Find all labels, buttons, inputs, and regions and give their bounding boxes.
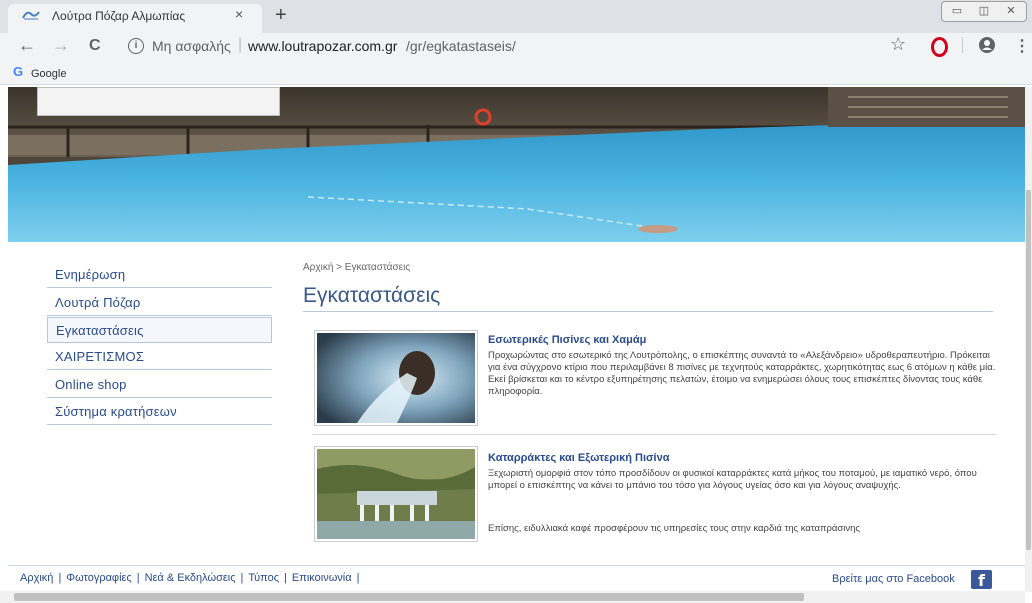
- sidebar-item-pozar-baths[interactable]: Λουτρά Πόζαρ: [47, 290, 272, 316]
- sidebar-item-facilities[interactable]: Εγκαταστάσεις: [47, 317, 272, 343]
- indoor-pools-image: [317, 333, 475, 423]
- title-divider: [303, 311, 993, 312]
- header-search-box[interactable]: [37, 87, 280, 116]
- waterfalls-thumbnail[interactable]: [314, 446, 478, 542]
- sidebar-item-online-shop[interactable]: Online shop: [47, 372, 272, 398]
- footer-link-press[interactable]: Τύπος: [248, 572, 279, 584]
- tab-favicon-icon: [22, 11, 40, 20]
- opera-icon[interactable]: [931, 37, 948, 57]
- vertical-scrollbar-thumb[interactable]: [1026, 190, 1031, 550]
- waterfalls-text: Ξεχωριστή ομορφιά στον τόπο προσδίδουν ο…: [488, 468, 977, 491]
- waterfalls-image: [317, 449, 475, 539]
- minimize-icon[interactable]: ▭: [944, 3, 970, 20]
- breadcrumb[interactable]: Αρχική > Εγκαταστάσεις: [303, 262, 410, 273]
- indoor-pools-thumbnail[interactable]: [314, 330, 478, 426]
- footer-separator: |: [240, 572, 244, 584]
- bookmark-star-icon[interactable]: ☆: [890, 34, 906, 55]
- sidebar-item-booking-system[interactable]: Σύστημα κρατήσεων: [47, 399, 272, 425]
- url-host[interactable]: www.loutrapozar.com.gr: [248, 38, 397, 54]
- footer-nav: Αρχική | Φωτογραφίες | Νεά & Εκδηλώσεις | Τύπο…: [20, 572, 364, 584]
- window-controls: ▭ ◫ ✕: [941, 1, 1027, 22]
- footer-link-home[interactable]: Αρχική: [20, 572, 53, 584]
- footer-link-photos[interactable]: Φωτογραφίες: [66, 572, 131, 584]
- indoor-pools-title[interactable]: Εσωτερικές Πισίνες και Χαμάμ: [488, 334, 646, 346]
- site-info-icon[interactable]: i: [128, 38, 144, 54]
- sidebar-item-greeting[interactable]: ΧΑΙΡΕΤΙΣΜΟΣ: [47, 344, 272, 370]
- toolbar-divider: [962, 37, 963, 53]
- item-divider: [312, 434, 997, 435]
- reload-button[interactable]: C: [89, 37, 101, 55]
- footer-separator: |: [284, 572, 287, 584]
- profile-icon[interactable]: [979, 37, 995, 53]
- tab-close-icon[interactable]: ×: [235, 6, 243, 22]
- menu-icon[interactable]: ⋮: [1014, 36, 1030, 56]
- footer-link-contact[interactable]: Επικοινωνία: [292, 572, 352, 584]
- page-title: Εγκαταστάσεις: [303, 284, 441, 307]
- security-label[interactable]: Μη ασφαλής: [152, 38, 231, 54]
- maximize-icon[interactable]: ◫: [971, 3, 997, 20]
- footer-link-news-events[interactable]: Νεά & Εκδηλώσεις: [145, 572, 236, 584]
- back-button[interactable]: ←: [18, 35, 36, 56]
- close-window-icon[interactable]: ✕: [998, 3, 1024, 20]
- bookmark-google[interactable]: Google: [31, 68, 66, 80]
- sidebar-item-news[interactable]: Ενημέρωση: [47, 262, 272, 288]
- facebook-icon[interactable]: f: [971, 570, 992, 590]
- footer-separator: |: [58, 572, 62, 584]
- footer-divider: [8, 565, 1025, 566]
- footer-separator: |: [356, 572, 360, 584]
- footer-separator: |: [136, 572, 140, 584]
- new-tab-button[interactable]: +: [275, 4, 287, 27]
- url-separator: |: [238, 36, 243, 53]
- forward-button[interactable]: →: [52, 35, 70, 56]
- url-path[interactable]: /gr/egkatastaseis/: [406, 38, 516, 54]
- waterfalls-text-continued: Επίσης, ειδυλλιακά καφέ προσφέρουν τις υ…: [488, 523, 861, 534]
- waterfalls-title[interactable]: Καταρράκτες και Εξωτερική Πισίνα: [488, 452, 669, 464]
- tab-title: Λούτρα Πόζαρ Αλμωπίας: [52, 9, 186, 23]
- horizontal-scrollbar-thumb[interactable]: [14, 593, 804, 601]
- bookmarks-bar: [0, 63, 1032, 85]
- google-icon[interactable]: G: [13, 64, 23, 79]
- facebook-link[interactable]: Βρείτε μας στο Facebook: [832, 573, 955, 585]
- indoor-pools-text: Προχωρώντας στο εσωτερικό της Λουτρόπολη…: [488, 350, 996, 397]
